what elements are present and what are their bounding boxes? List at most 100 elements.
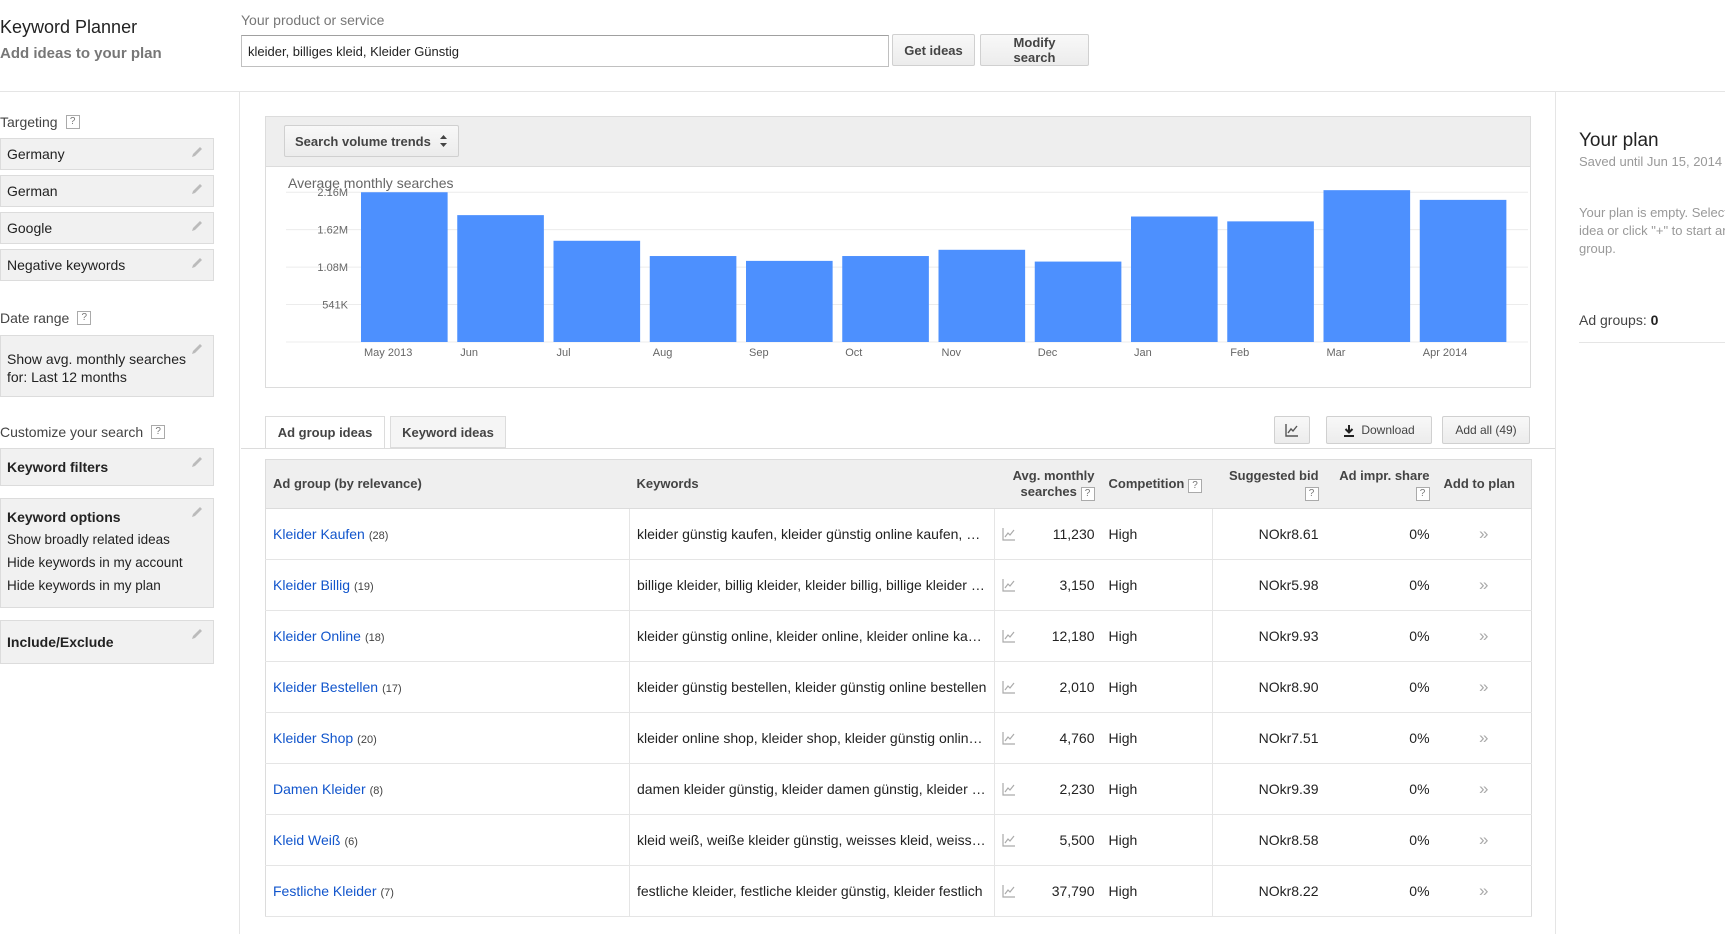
ad-group-link[interactable]: Kleid Weiß	[273, 832, 340, 848]
include-exclude-label: Include/Exclude	[7, 634, 114, 650]
keyword-filters-box[interactable]: Keyword filters	[0, 448, 214, 486]
targeting-label: Targeting	[0, 114, 58, 130]
ad-group-link[interactable]: Kleider Online	[273, 628, 361, 644]
x-tick-label: Mar	[1327, 347, 1346, 359]
x-tick-label: Nov	[942, 347, 962, 359]
suggested-bid-cell: NOkr9.39	[1212, 763, 1326, 815]
ad-group-link[interactable]: Damen Kleider	[273, 781, 366, 797]
plan-empty-message: Your plan is empty. Select an idea or cl…	[1579, 205, 1725, 256]
keyword-options-box[interactable]: Keyword options Show broadly related ide…	[0, 498, 214, 608]
targeting-negative-keywords-label: Negative keywords	[7, 257, 126, 273]
get-ideas-button[interactable]: Get ideas	[892, 34, 975, 66]
product-field-label: Your product or service	[241, 12, 385, 28]
trend-chart-icon[interactable]	[1002, 731, 1016, 745]
trend-chart-icon[interactable]	[1002, 782, 1016, 796]
pencil-icon[interactable]	[189, 255, 205, 271]
table-row: Kleider Bestellen (17) kleider günstig bes…	[265, 661, 1532, 713]
ad-impr-share-cell: 0%	[1325, 508, 1437, 560]
trend-cell	[994, 508, 1030, 560]
chart-toolbar: Search volume trends	[266, 117, 1530, 167]
download-label: Download	[1361, 423, 1415, 437]
modify-search-button[interactable]: Modify search	[980, 34, 1089, 66]
pencil-icon[interactable]	[189, 218, 205, 234]
date-range-box[interactable]: Show avg. monthly searches for: Last 12 …	[0, 335, 214, 397]
targeting-language[interactable]: German	[0, 175, 214, 207]
avg-header-line2: searches	[1020, 483, 1077, 499]
ad-group-cell: Kleid Weiß (6)	[265, 814, 630, 866]
column-header-ad-group[interactable]: Ad group (by relevance)	[265, 459, 630, 509]
pencil-icon[interactable]	[189, 454, 205, 470]
chart-bar	[457, 215, 544, 342]
suggested-bid-cell: NOkr8.58	[1212, 814, 1326, 866]
ad-impr-share-cell: 0%	[1325, 712, 1437, 764]
suggested-bid-cell: NOkr8.61	[1212, 508, 1326, 560]
competition-cell: High	[1101, 712, 1213, 764]
pencil-icon[interactable]	[189, 504, 205, 520]
competition-cell: High	[1101, 610, 1213, 662]
add-to-plan-icon[interactable]: »	[1436, 712, 1532, 764]
table-row: Damen Kleider (8) damen kleider günstig, k…	[265, 763, 1532, 815]
competition-cell: High	[1101, 661, 1213, 713]
keywords-cell: kleider online shop, kleider shop, kleid…	[629, 712, 995, 764]
ad-impr-share-cell: 0%	[1325, 763, 1437, 815]
app-title: Keyword Planner	[0, 17, 138, 37]
column-header-suggested-bid[interactable]: Suggested bid ?	[1212, 459, 1326, 509]
targeting-network[interactable]: Google	[0, 212, 214, 244]
download-button[interactable]: Download	[1326, 416, 1432, 444]
bar-chart: 541K 1.08M 1.62M 2.16M May 2013 Jun Jul Aug Sep O…	[286, 187, 1528, 359]
column-header-ad-impr-share[interactable]: Ad impr. share ?	[1325, 459, 1437, 509]
help-icon[interactable]: ?	[65, 115, 80, 129]
product-search-input[interactable]	[241, 35, 889, 67]
ad-group-link[interactable]: Festliche Kleider	[273, 883, 377, 899]
add-all-button[interactable]: Add all (49)	[1442, 416, 1530, 444]
chart-toggle-button[interactable]	[1274, 416, 1310, 444]
add-to-plan-icon[interactable]: »	[1436, 508, 1532, 560]
pencil-icon[interactable]	[189, 341, 205, 357]
help-icon[interactable]: ?	[1080, 486, 1095, 501]
suggested-bid-cell: NOkr5.98	[1212, 559, 1326, 611]
pencil-icon[interactable]	[189, 181, 205, 197]
trend-chart-icon[interactable]	[1002, 680, 1016, 694]
add-to-plan-icon[interactable]: »	[1436, 865, 1532, 917]
ad-group-link[interactable]: Kleider Bestellen	[273, 679, 378, 695]
help-icon[interactable]: ?	[1415, 486, 1430, 501]
trend-chart-icon[interactable]	[1002, 629, 1016, 643]
add-to-plan-icon[interactable]: »	[1436, 610, 1532, 662]
help-icon[interactable]: ?	[77, 311, 92, 325]
trend-chart-icon[interactable]	[1002, 578, 1016, 592]
competition-header-label: Competition	[1108, 475, 1185, 491]
add-to-plan-icon[interactable]: »	[1436, 814, 1532, 866]
pencil-icon[interactable]	[189, 626, 205, 642]
tab-ad-group-ideas[interactable]: Ad group ideas	[265, 416, 385, 449]
ad-impr-share-cell: 0%	[1325, 610, 1437, 662]
pencil-icon[interactable]	[189, 144, 205, 160]
ad-group-cell: Kleider Billig (19)	[265, 559, 630, 611]
add-to-plan-icon[interactable]: »	[1436, 559, 1532, 611]
trend-chart-icon[interactable]	[1002, 527, 1016, 541]
column-header-competition[interactable]: Competition ?	[1101, 459, 1213, 509]
add-to-plan-icon[interactable]: »	[1436, 661, 1532, 713]
tab-keyword-ideas[interactable]: Keyword ideas	[390, 416, 506, 448]
avg-monthly-searches-cell: 37,790	[1029, 865, 1102, 917]
trend-chart-icon[interactable]	[1002, 884, 1016, 898]
ad-group-link[interactable]: Kleider Shop	[273, 730, 353, 746]
keyword-option-item: Hide keywords in my account	[7, 555, 183, 570]
table-row: Kleid Weiß (6) kleid weiß, weiße kleider g…	[265, 814, 1532, 866]
help-icon[interactable]: ?	[151, 425, 166, 439]
avg-monthly-searches-cell: 4,760	[1029, 712, 1102, 764]
chart-type-select[interactable]: Search volume trends	[284, 125, 459, 157]
help-icon[interactable]: ?	[1304, 486, 1319, 501]
column-header-avg-monthly-searches[interactable]: Avg. monthly searches ?	[994, 459, 1102, 509]
help-icon[interactable]: ?	[1187, 478, 1202, 493]
include-exclude-box[interactable]: Include/Exclude	[0, 620, 214, 664]
y-tick-label: 1.08M	[317, 262, 348, 274]
targeting-location[interactable]: Germany	[0, 138, 214, 170]
ad-group-link[interactable]: Kleider Kaufen	[273, 526, 365, 542]
ad-group-link[interactable]: Kleider Billig	[273, 577, 350, 593]
keywords-cell: festliche kleider, festliche kleider gün…	[629, 865, 995, 917]
table-row: Festliche Kleider (7) festliche kleider, f…	[265, 865, 1532, 917]
add-to-plan-icon[interactable]: »	[1436, 763, 1532, 815]
trend-cell	[994, 763, 1030, 815]
trend-chart-icon[interactable]	[1002, 833, 1016, 847]
targeting-negative-keywords[interactable]: Negative keywords	[0, 249, 214, 281]
